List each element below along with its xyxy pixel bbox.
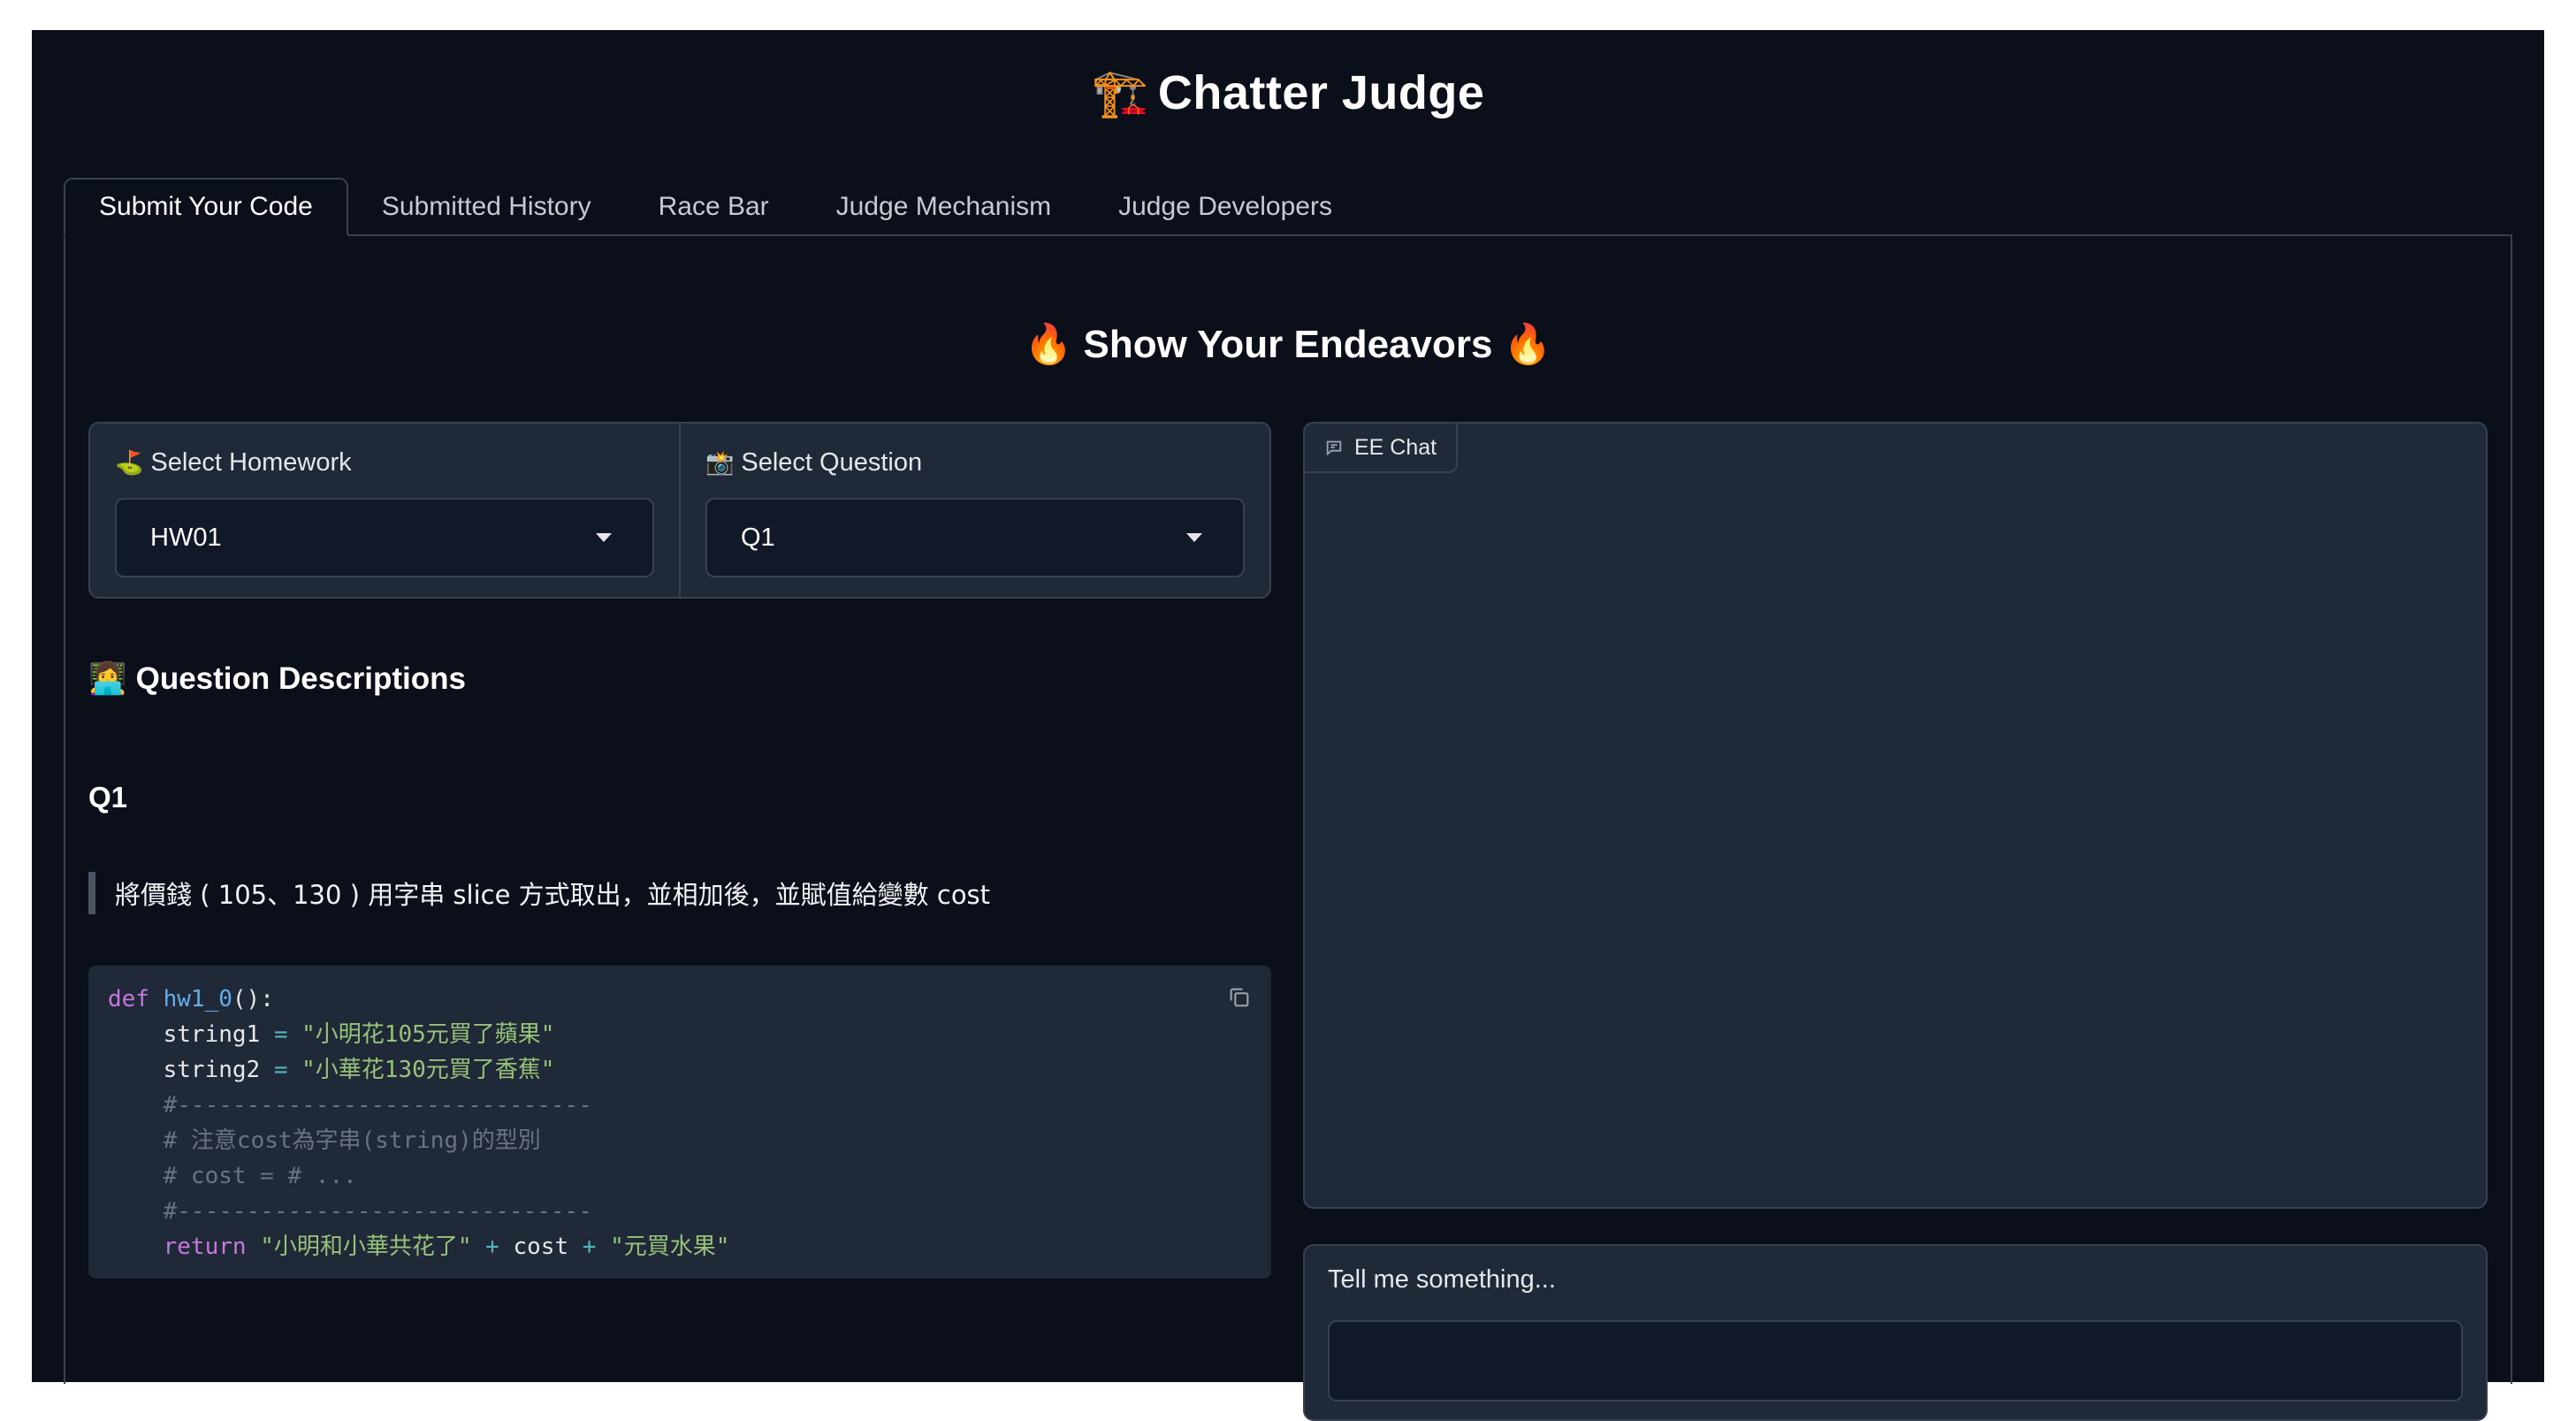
chat-label: EE Chat <box>1305 424 1459 473</box>
tab-judge-mechanism[interactable]: Judge Mechanism <box>803 178 1085 236</box>
chevron-down-icon <box>596 533 612 542</box>
tab-panel-submit: 🔥 Show Your Endeavors 🔥 ⛳ Select Homewor… <box>64 234 2512 1421</box>
tab-submit-your-code[interactable]: Submit Your Code <box>64 178 348 236</box>
homework-label: ⛳ Select Homework <box>115 445 654 480</box>
fire-icon: 🔥 <box>1024 323 1073 366</box>
homework-selector: ⛳ Select Homework HW01 <box>90 424 679 597</box>
chevron-down-icon <box>1186 533 1202 542</box>
section-title-text: Show Your Endeavors <box>1083 323 1493 366</box>
question-descriptions-heading: 👩‍💻 Question Descriptions <box>88 661 466 697</box>
chat-icon <box>1326 440 1342 456</box>
chatbot-panel: EE Chat <box>1303 422 2488 1209</box>
code-block: def hw1_0(): string1 = "小明花105元買了蘋果" str… <box>88 966 1271 1279</box>
message-label: Tell me something... <box>1328 1265 1556 1294</box>
code-line: def hw1_0(): <box>108 986 274 1012</box>
tab-bar: Submit Your Code Submitted History Race … <box>64 178 1366 236</box>
message-panel: Tell me something... <box>1303 1244 2488 1421</box>
question-quote: 將價錢 ( 105、130 ) 用字串 slice 方式取出，並相加後，並賦值給… <box>88 872 990 914</box>
code-content: def hw1_0(): string1 = "小明花105元買了蘋果" str… <box>108 982 1252 1264</box>
question-label-text: Select Question <box>741 447 923 477</box>
code-line: string2 = "小華花130元買了香蕉" <box>108 1057 555 1083</box>
code-line: # cost = # ... <box>108 1163 357 1189</box>
question-descriptions-text: Question Descriptions <box>135 661 466 696</box>
homework-dropdown-value: HW01 <box>150 523 222 552</box>
question-dropdown-value: Q1 <box>741 523 775 552</box>
homework-dropdown[interactable]: HW01 <box>115 498 654 577</box>
app-window: 🏗️ Chatter Judge Submit Your Code Submitt… <box>32 30 2544 1421</box>
question-dropdown[interactable]: Q1 <box>705 498 1245 577</box>
copy-icon[interactable] <box>1227 985 1252 1010</box>
code-line: string1 = "小明花105元買了蘋果" <box>108 1021 555 1048</box>
golf-flag-icon: ⛳ <box>115 448 144 476</box>
homework-label-text: Select Homework <box>150 447 352 477</box>
chat-label-text: EE Chat <box>1354 434 1437 460</box>
tab-race-bar[interactable]: Race Bar <box>625 178 803 236</box>
code-line: #------------------------------ <box>108 1092 592 1119</box>
tab-submitted-history[interactable]: Submitted History <box>348 178 625 236</box>
code-line: return "小明和小華共花了" + cost + "元買水果" <box>163 1234 730 1260</box>
code-line: # 注意cost為字串(string)的型別 <box>108 1127 541 1154</box>
selector-panel: ⛳ Select Homework HW01 📸 Select Question… <box>88 422 1271 599</box>
app-title: 🏗️ Chatter Judge <box>32 65 2544 120</box>
section-title: 🔥 Show Your Endeavors 🔥 <box>65 321 2511 367</box>
code-line: #------------------------------ <box>108 1198 592 1225</box>
tab-judge-developers[interactable]: Judge Developers <box>1085 178 1366 236</box>
crane-icon: 🏗️ <box>1091 68 1149 119</box>
app-title-text: Chatter Judge <box>1157 66 1485 119</box>
camera-icon: 📸 <box>705 448 735 476</box>
question-selector: 📸 Select Question Q1 <box>679 424 1269 597</box>
fire-icon: 🔥 <box>1503 323 1552 366</box>
question-label: 📸 Select Question <box>705 445 1245 480</box>
message-input[interactable] <box>1328 1320 2463 1402</box>
question-title: Q1 <box>88 781 128 814</box>
technologist-icon: 👩‍💻 <box>88 661 127 696</box>
